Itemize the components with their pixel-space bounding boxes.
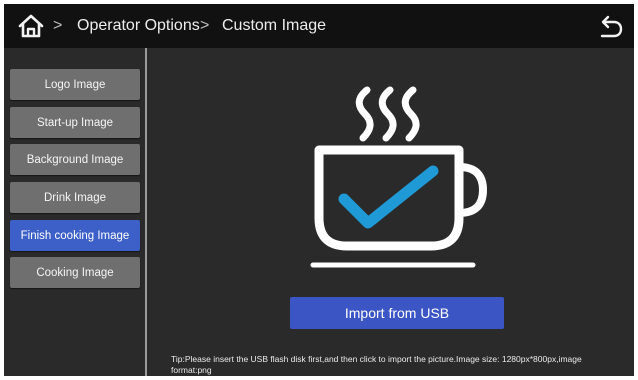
breadcrumb-separator: > xyxy=(53,17,63,34)
sidebar-item-drink-image[interactable]: Drink Image xyxy=(10,182,140,213)
tip-text: Tip:Please insert the USB flash disk fir… xyxy=(171,354,582,375)
sidebar-item-logo-image[interactable]: Logo Image xyxy=(10,69,140,100)
sidebar-item-start-up-image[interactable]: Start-up Image xyxy=(10,107,140,138)
header-bar: > Operator Options > Custom Image xyxy=(4,4,634,48)
app-screen: > Operator Options > Custom Image Logo I… xyxy=(4,4,634,376)
breadcrumb-separator: > xyxy=(200,17,210,34)
coffee-cup-checkmark-icon xyxy=(310,86,488,268)
back-button[interactable] xyxy=(596,13,624,39)
sidebar-item-cooking-image[interactable]: Cooking Image xyxy=(10,257,140,288)
sidebar-item-background-image[interactable]: Background Image xyxy=(10,144,140,175)
breadcrumb-operator-options[interactable]: Operator Options xyxy=(77,17,200,35)
sidebar-item-label: Start-up Image xyxy=(36,116,114,129)
breadcrumb-custom-image: Custom Image xyxy=(222,17,327,34)
home-icon xyxy=(18,14,44,38)
sidebar-item-label: Logo Image xyxy=(44,78,106,91)
sidebar: Logo Image Start-up Image Background Ima… xyxy=(4,48,147,376)
home-button[interactable] xyxy=(17,13,45,39)
sidebar-item-label: Cooking Image xyxy=(36,266,114,279)
sidebar-item-label: Finish cooking Image xyxy=(20,229,130,242)
import-button-label: Import from USB xyxy=(344,305,450,321)
sidebar-item-label: Drink Image xyxy=(44,191,106,204)
sidebar-item-label: Background Image xyxy=(26,153,124,166)
main-content: Import from USB Tip:Please insert the US… xyxy=(147,48,634,376)
sidebar-item-finish-cooking-image[interactable]: Finish cooking Image xyxy=(10,220,140,251)
import-from-usb-button[interactable]: Import from USB xyxy=(290,297,504,329)
back-arrow-icon xyxy=(600,15,623,38)
